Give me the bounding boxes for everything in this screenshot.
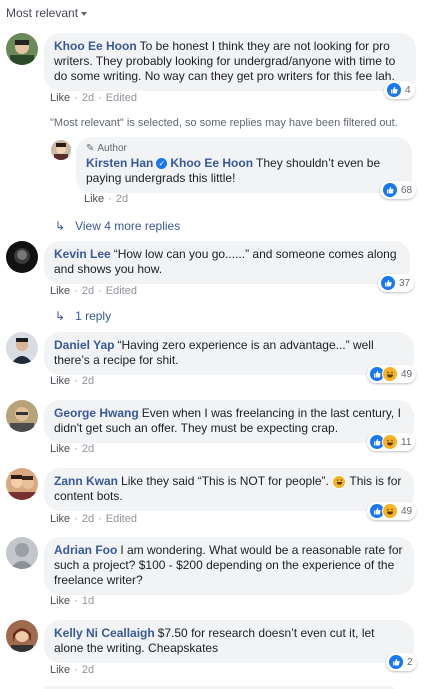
edited-label[interactable]: Edited bbox=[106, 285, 137, 297]
reaction-count[interactable]: 68 bbox=[380, 181, 417, 199]
comment-bubble: Kelly Ni Ceallaigh $7.50 for research doe… bbox=[44, 620, 414, 663]
haha-reaction-icon bbox=[382, 503, 398, 519]
comment-time[interactable]: 2d bbox=[82, 375, 94, 387]
comment-time[interactable]: 2d bbox=[82, 92, 94, 104]
view-more-replies-link[interactable]: ↳ View 4 more replies bbox=[55, 219, 180, 233]
commenter-name[interactable]: Zann Kwan bbox=[54, 474, 118, 488]
filter-note: "Most relevant" is selected, so some rep… bbox=[50, 117, 398, 129]
comment-time[interactable]: 1d bbox=[82, 595, 94, 607]
like-link[interactable]: Like bbox=[50, 443, 70, 455]
reaction-number: 2 bbox=[407, 656, 413, 668]
reaction-number: 4 bbox=[405, 84, 411, 96]
like-link[interactable]: Like bbox=[84, 193, 104, 205]
haha-reaction-icon bbox=[382, 434, 398, 450]
comment-bubble: Zann Kwan Like they said “This is NOT for… bbox=[44, 468, 414, 511]
comment-meta: Like · 2d · Edited bbox=[50, 285, 137, 297]
reaction-number: 11 bbox=[401, 436, 412, 448]
reaction-count[interactable]: 2 bbox=[386, 653, 417, 671]
commenter-name[interactable]: Kirsten Han bbox=[86, 156, 153, 170]
comment-meta: Like · 2d · Edited bbox=[50, 92, 137, 104]
reply-arrow-icon: ↳ bbox=[55, 219, 66, 233]
avatar[interactable] bbox=[6, 468, 38, 500]
reaction-count[interactable]: 11 bbox=[367, 433, 416, 451]
like-reaction-icon bbox=[382, 182, 398, 198]
like-reaction-icon bbox=[380, 275, 396, 291]
avatar[interactable] bbox=[6, 400, 38, 432]
reply-time[interactable]: 2d bbox=[116, 193, 128, 205]
comment-text-part-1: Like they said “This is NOT for people”. bbox=[121, 474, 329, 488]
laughing-emoji-icon bbox=[332, 474, 347, 489]
like-link[interactable]: Like bbox=[50, 513, 70, 525]
like-link[interactable]: Like bbox=[50, 375, 70, 387]
pencil-icon: ✎ bbox=[86, 143, 95, 154]
comment-bubble: Khoo Ee Hoon To be honest I think they ar… bbox=[44, 33, 416, 91]
reaction-count[interactable]: 4 bbox=[384, 81, 415, 99]
verified-check-icon: ✓ bbox=[156, 158, 168, 170]
comment-meta: Like · 2d · Edited bbox=[50, 513, 137, 525]
comment-filter-dropdown[interactable]: Most relevant bbox=[6, 6, 88, 20]
avatar[interactable] bbox=[6, 537, 38, 569]
commenter-name[interactable]: Daniel Yap bbox=[54, 338, 114, 352]
edited-label[interactable]: Edited bbox=[106, 513, 137, 525]
author-badge: ✎ Author bbox=[86, 141, 402, 156]
reaction-number: 37 bbox=[399, 277, 411, 289]
reply-meta: Like · 2d bbox=[84, 193, 129, 205]
like-link[interactable]: Like bbox=[50, 664, 70, 676]
view-more-label: View 4 more replies bbox=[75, 219, 181, 233]
comment-time[interactable]: 2d bbox=[82, 664, 94, 676]
like-reaction-icon bbox=[386, 82, 402, 98]
author-badge-label: Author bbox=[97, 143, 127, 154]
reaction-count[interactable]: 49 bbox=[367, 365, 417, 383]
commenter-name[interactable]: Adrian Foo bbox=[54, 543, 117, 557]
avatar[interactable] bbox=[6, 33, 38, 65]
like-link[interactable]: Like bbox=[50, 595, 70, 607]
commenter-name[interactable]: Kelly Ni Ceallaigh bbox=[54, 626, 155, 640]
like-reaction-icon bbox=[388, 654, 404, 670]
comment-time[interactable]: 2d bbox=[82, 513, 94, 525]
comment-bubble: Kevin Lee “How low can you go......” and … bbox=[44, 241, 410, 284]
comment-time[interactable]: 2d bbox=[82, 285, 94, 297]
comment-meta: Like · 2d bbox=[50, 664, 95, 676]
avatar[interactable] bbox=[6, 620, 38, 652]
chevron-down-icon bbox=[81, 11, 88, 16]
reply-arrow-icon: ↳ bbox=[55, 309, 66, 323]
reaction-number: 49 bbox=[401, 368, 413, 380]
comment-bubble: George Hwang Even when I was freelancing … bbox=[44, 400, 414, 443]
reply-count-label: 1 reply bbox=[75, 309, 112, 323]
reaction-number: 68 bbox=[401, 184, 413, 196]
avatar[interactable] bbox=[51, 140, 71, 160]
view-replies-link[interactable]: ↳ 1 reply bbox=[55, 309, 111, 323]
like-link[interactable]: Like bbox=[50, 92, 70, 104]
like-link[interactable]: Like bbox=[50, 285, 70, 297]
reaction-count[interactable]: 37 bbox=[378, 274, 415, 292]
avatar[interactable] bbox=[6, 332, 38, 364]
comment-meta: Like · 2d bbox=[50, 443, 95, 455]
comment-meta: Like · 2d bbox=[50, 375, 95, 387]
avatar[interactable] bbox=[6, 241, 38, 273]
comment-meta: Like · 1d bbox=[50, 595, 95, 607]
edited-label[interactable]: Edited bbox=[106, 92, 137, 104]
comment-time[interactable]: 2d bbox=[82, 443, 94, 455]
filter-label: Most relevant bbox=[6, 6, 79, 20]
commenter-name[interactable]: George Hwang bbox=[54, 406, 139, 420]
reply-bubble: ✎ Author Kirsten Han ✓ Khoo Ee Hoon They sho… bbox=[76, 137, 412, 193]
commenter-name[interactable]: Kevin Lee bbox=[54, 247, 111, 261]
reaction-number: 49 bbox=[401, 505, 413, 517]
haha-reaction-icon bbox=[382, 366, 398, 382]
comment-bubble: Adrian Foo I am wondering. What would be … bbox=[44, 537, 414, 595]
commenter-name[interactable]: Khoo Ee Hoon bbox=[54, 39, 137, 53]
comment-bubble: Daniel Yap “Having zero experience is an … bbox=[44, 332, 414, 375]
reaction-count[interactable]: 49 bbox=[367, 502, 417, 520]
mention-link[interactable]: Khoo Ee Hoon bbox=[170, 156, 253, 170]
